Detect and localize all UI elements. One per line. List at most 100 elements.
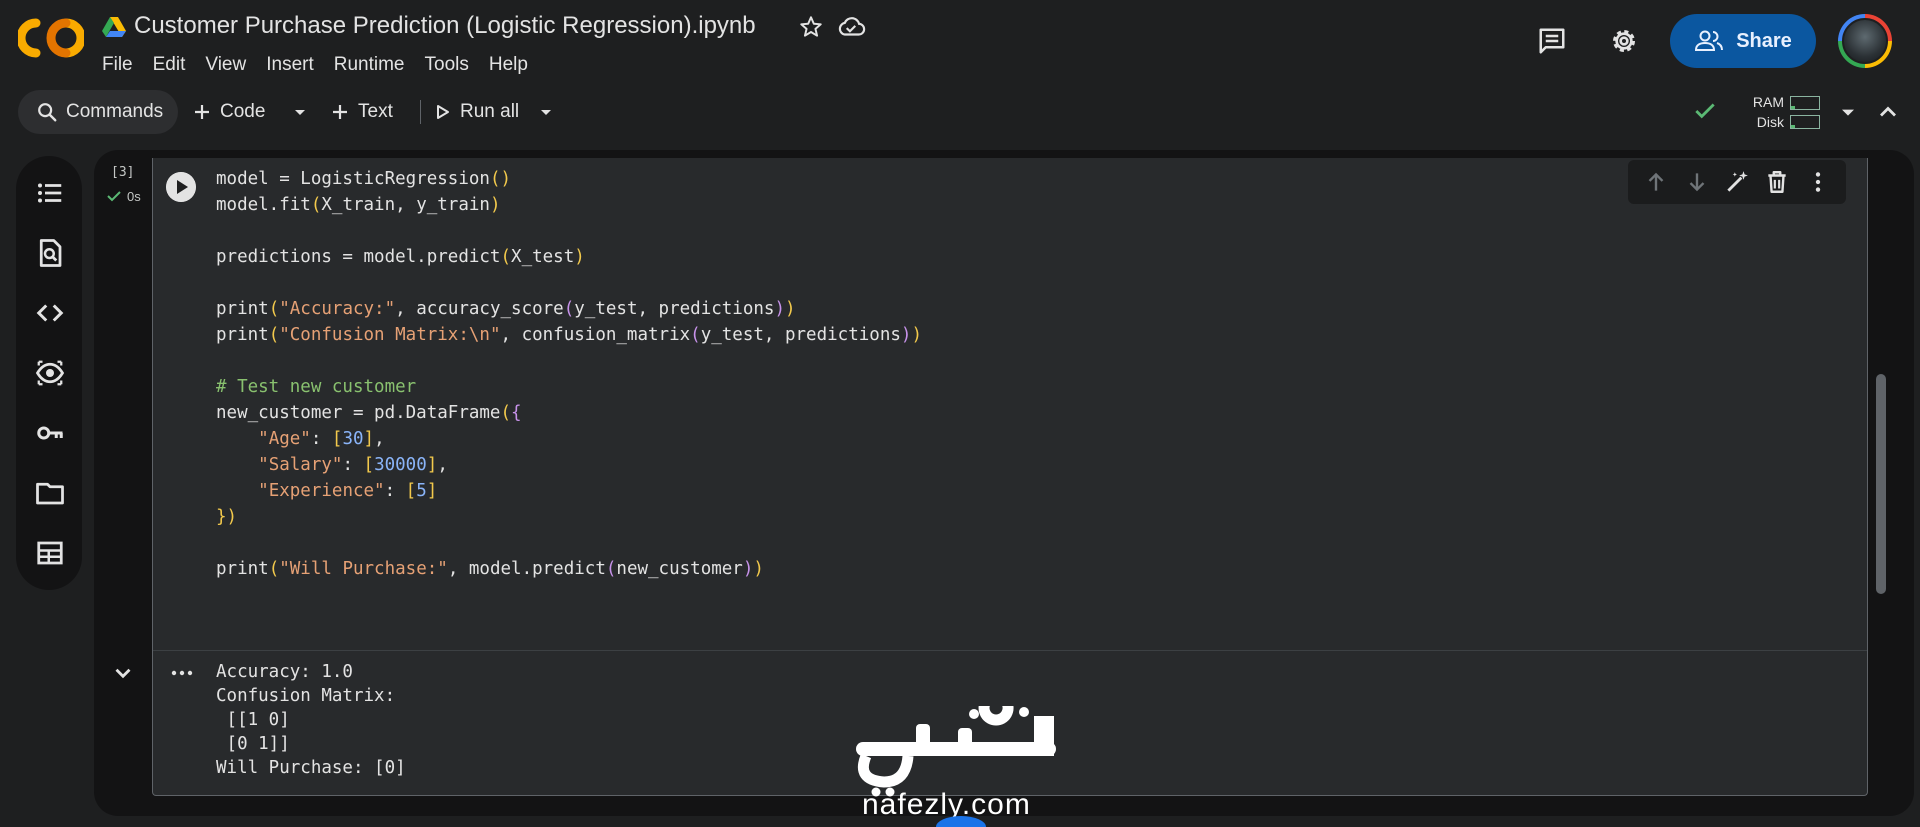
code-line-text: "Age": [30], (258, 429, 385, 449)
ram-meter-fill (1791, 106, 1796, 109)
caret-down-icon (541, 110, 551, 115)
run-cell-button[interactable] (166, 172, 196, 202)
scrollbar-thumb[interactable] (1876, 374, 1886, 594)
output-line: Accuracy: 1.0 (216, 662, 353, 682)
people-icon (1695, 30, 1724, 51)
code-line: "Salary": [30000], (216, 452, 922, 478)
data-table-icon[interactable] (35, 538, 65, 568)
code-line: ​ (216, 218, 922, 244)
toolbar-divider (420, 100, 421, 124)
notebook-title[interactable]: Customer Purchase Prediction (Logistic R… (134, 12, 756, 40)
cell-output: Accuracy: 1.0 Confusion Matrix: [[1 0] [0… (216, 660, 406, 780)
files-folder-icon[interactable] (35, 478, 65, 508)
code-line-text: model = LogisticRegression() (216, 169, 512, 189)
avatar-image (1842, 18, 1888, 64)
code-line-text: predictions = model.predict(X_test) (216, 247, 585, 267)
plus-icon (333, 105, 347, 119)
avatar[interactable] (1838, 14, 1892, 68)
code-line-text: "Salary": [30000], (258, 455, 448, 475)
app-header: Customer Purchase Prediction (Logistic R… (0, 0, 1920, 84)
find-in-page-icon[interactable] (35, 238, 65, 268)
table-of-contents-icon[interactable] (35, 178, 65, 208)
move-up-arrow-icon[interactable] (1643, 169, 1669, 195)
menu-view[interactable]: View (195, 52, 256, 78)
chevron-up-icon[interactable] (1874, 98, 1902, 126)
code-dropdown[interactable] (290, 90, 310, 134)
add-code-label: Code (220, 101, 266, 122)
gear-icon[interactable] (1608, 25, 1640, 57)
colab-logo[interactable] (18, 14, 84, 62)
menu-help[interactable]: Help (479, 52, 538, 78)
share-button[interactable]: Share (1670, 14, 1816, 68)
run-all-label: Run all (460, 101, 520, 122)
comment-icon[interactable] (1536, 26, 1568, 56)
code-line-text: model.fit(X_train, y_train) (216, 195, 501, 215)
output-actions-ellipsis-icon[interactable] (168, 660, 196, 686)
code-line-text: "Experience": [5] (258, 481, 438, 501)
add-text-button[interactable]: Text (330, 90, 393, 134)
execution-time: 0s (127, 189, 141, 204)
magic-edit-icon[interactable] (1724, 169, 1750, 195)
ram-label: RAM (1752, 94, 1784, 110)
execution-count: [3] (111, 165, 135, 180)
cell-toolbar (1628, 160, 1846, 204)
menu-edit[interactable]: Edit (143, 52, 196, 78)
code-editor[interactable]: model = LogisticRegression() model.fit(X_… (216, 166, 922, 582)
execution-success-icon (107, 191, 121, 202)
search-icon (38, 103, 57, 122)
drive-icon[interactable] (102, 17, 126, 37)
code-line: model.fit(X_train, y_train) (216, 192, 922, 218)
move-down-arrow-icon[interactable] (1684, 169, 1710, 195)
code-line: "Experience": [5] (216, 478, 922, 504)
commands-button[interactable]: Commands (18, 90, 178, 134)
chevron-down-icon[interactable] (110, 660, 136, 686)
menu-bar: File Edit View Insert Runtime Tools Help (92, 52, 538, 78)
code-line-text: print("Accuracy:", accuracy_score(y_test… (216, 299, 796, 319)
menu-tools[interactable]: Tools (415, 52, 479, 78)
output-line: Will Purchase: [0] (216, 758, 406, 778)
star-icon[interactable] (798, 14, 824, 40)
code-line: print("Confusion Matrix:\n", confusion_m… (216, 322, 922, 348)
code-line: "Age": [30], (216, 426, 922, 452)
run-all-dropdown[interactable] (536, 90, 556, 134)
code-line: # Test new customer (216, 374, 922, 400)
code-line: model = LogisticRegression() (216, 166, 922, 192)
secrets-key-icon[interactable] (35, 418, 65, 448)
code-line: ​ (216, 530, 922, 556)
menu-insert[interactable]: Insert (256, 52, 324, 78)
output-line: [[1 0] (216, 710, 290, 730)
connected-check-icon (1695, 103, 1715, 119)
code-line-text: print("Confusion Matrix:\n", confusion_m… (216, 325, 922, 345)
run-all-button[interactable]: Run all (432, 90, 519, 134)
resources-caret-down-icon[interactable] (1836, 100, 1860, 124)
share-label: Share (1736, 29, 1792, 52)
code-line: print("Accuracy:", accuracy_score(y_test… (216, 296, 922, 322)
output-divider (153, 650, 1867, 651)
code-line: ​ (216, 348, 922, 374)
code-line-text: print("Will Purchase:", model.predict(ne… (216, 559, 764, 579)
ram-meter[interactable] (1790, 96, 1820, 110)
delete-trash-icon[interactable] (1764, 169, 1790, 195)
caret-down-icon (295, 110, 305, 115)
code-line: predictions = model.predict(X_test) (216, 244, 922, 270)
menu-file[interactable]: File (92, 52, 143, 78)
code-snippets-icon[interactable] (35, 298, 65, 328)
commands-label: Commands (66, 101, 164, 122)
output-line: [0 1]] (216, 734, 290, 754)
code-line-text: new_customer = pd.DataFrame({ (216, 403, 522, 423)
code-line: ​ (216, 270, 922, 296)
more-vertical-icon[interactable] (1805, 169, 1831, 195)
cloud-saved-icon[interactable] (836, 14, 866, 40)
code-line: print("Will Purchase:", model.predict(ne… (216, 556, 922, 582)
variables-inspector-icon[interactable] (35, 358, 65, 388)
code-line: }) (216, 504, 922, 530)
code-line-text: # Test new customer (216, 377, 417, 397)
disk-meter[interactable] (1790, 115, 1820, 129)
play-outline-icon (437, 105, 449, 119)
menu-runtime[interactable]: Runtime (324, 52, 415, 78)
disk-label: Disk (1756, 114, 1784, 130)
code-line-text: }) (216, 507, 238, 527)
plus-icon (195, 105, 209, 119)
add-code-button[interactable]: Code (192, 90, 265, 134)
left-side-rail (16, 156, 82, 590)
